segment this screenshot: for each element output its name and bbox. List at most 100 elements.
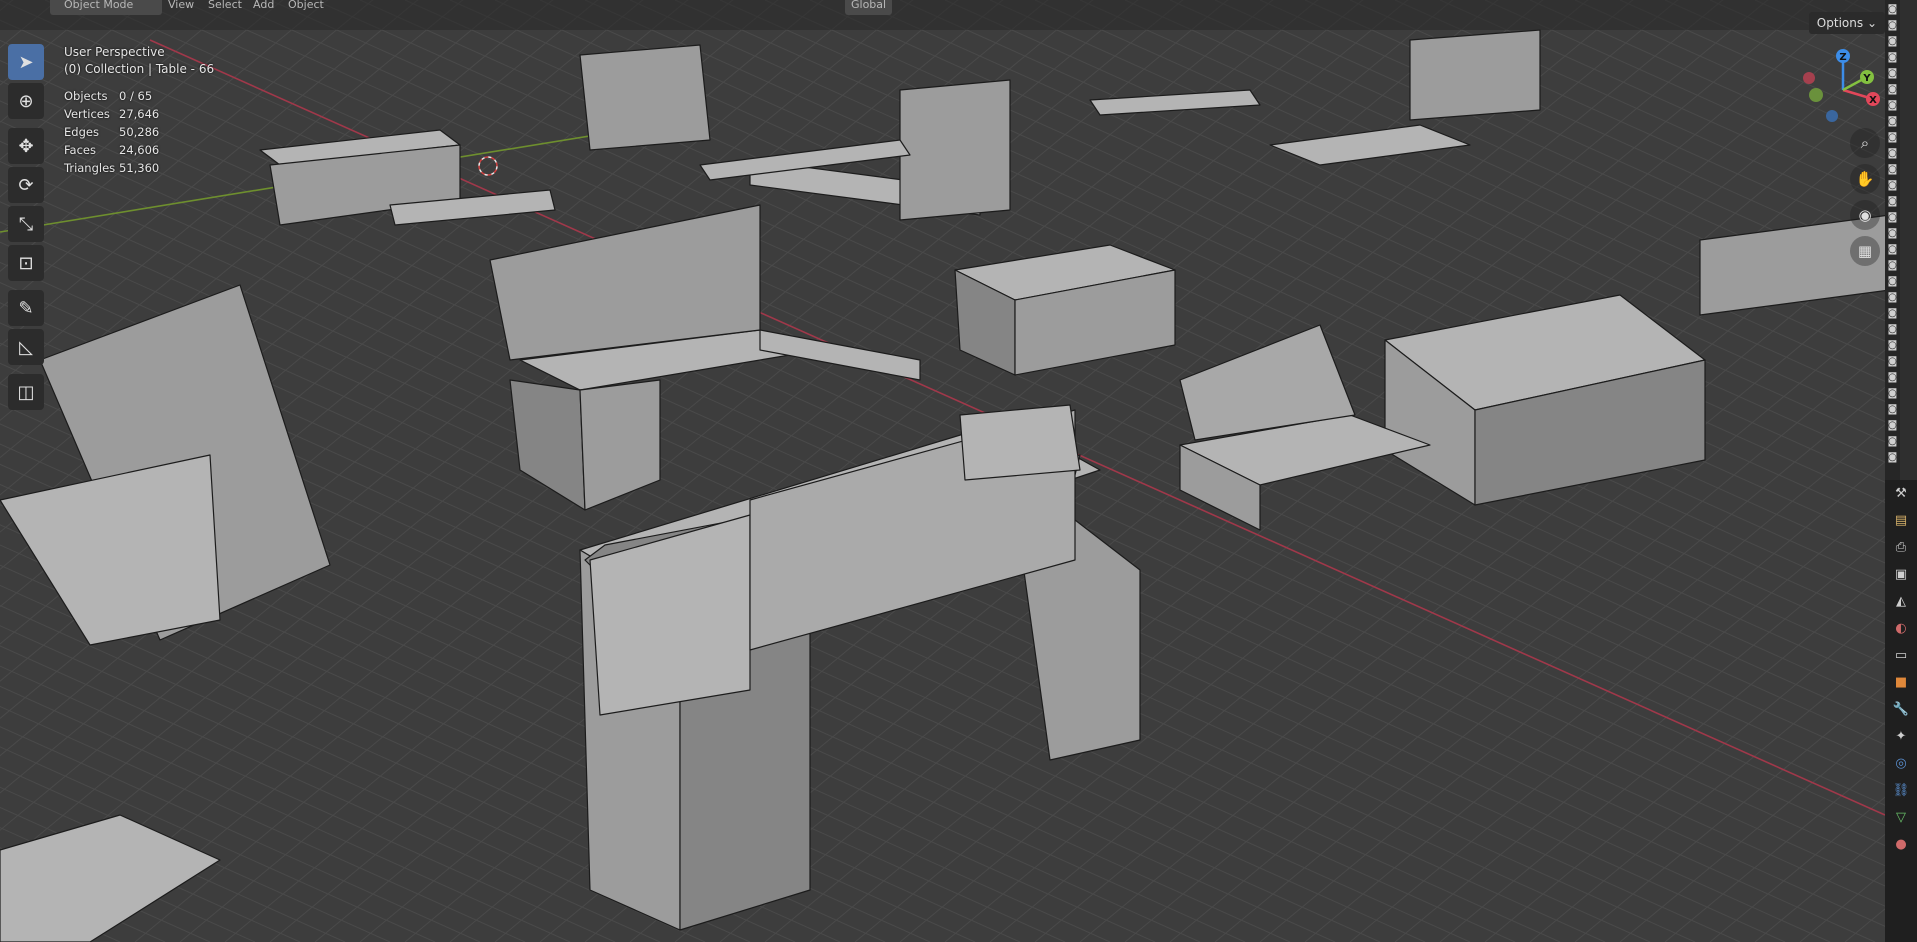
options-label: Options	[1816, 16, 1864, 30]
properties-tab-render[interactable]: ▤	[1885, 507, 1917, 534]
gizmo-neg-x-handle[interactable]	[1803, 72, 1815, 84]
render-visibility-icon[interactable]: ◙	[1887, 420, 1898, 432]
transform-tool[interactable]: ⊡	[8, 245, 44, 281]
collection-icon: ▭	[1894, 648, 1908, 663]
render-visibility-icon[interactable]: ◙	[1887, 180, 1898, 192]
render-visibility-icon[interactable]: ◙	[1887, 36, 1898, 48]
move-tool[interactable]: ✥	[8, 128, 44, 164]
properties-tab-modifiers[interactable]: 🔧	[1885, 696, 1917, 723]
pan-button[interactable]: ✋	[1850, 164, 1880, 194]
properties-tab-scene[interactable]: ◭	[1885, 588, 1917, 615]
3d-viewport[interactable]: Object Mode View Select Add Object Globa…	[0, 0, 1885, 942]
orientation-dropdown[interactable]: Global	[845, 0, 893, 15]
properties-tab-bar: ⚒ ▤ ⎙ ▣ ◭ ◐ ▭ ■ 🔧 ✦ ◎ ⛓ ▽ ●	[1885, 480, 1917, 942]
perspective-toggle-button[interactable]: ▦	[1850, 236, 1880, 266]
render-visibility-icon[interactable]: ◙	[1887, 260, 1898, 272]
properties-tab-material[interactable]: ●	[1885, 831, 1917, 858]
render-visibility-icon[interactable]: ◙	[1887, 324, 1898, 336]
select-box-tool[interactable]: ➤	[8, 44, 44, 80]
render-visibility-icon[interactable]: ◙	[1887, 68, 1898, 80]
render-visibility-icon[interactable]: ◙	[1887, 276, 1898, 288]
hand-icon: ✋	[1855, 170, 1875, 188]
add-cube-tool[interactable]: ◫	[8, 374, 44, 410]
render-visibility-icon[interactable]: ◙	[1887, 404, 1898, 416]
render-visibility-icon[interactable]: ◙	[1887, 196, 1898, 208]
menu-view[interactable]: View	[168, 0, 194, 15]
rotate-tool[interactable]: ⟳	[8, 167, 44, 203]
zoom-button[interactable]: ⌕	[1850, 128, 1880, 158]
menu-object[interactable]: Object	[288, 0, 324, 15]
collection-line: (0) Collection | Table - 66	[64, 62, 215, 76]
properties-tab-physics[interactable]: ◎	[1885, 750, 1917, 777]
options-dropdown[interactable]: Options ⌄	[1808, 12, 1885, 34]
render-visibility-icon[interactable]: ◙	[1887, 228, 1898, 240]
menu-select[interactable]: Select	[208, 0, 242, 15]
cursor-arrow-icon: ➤	[18, 51, 34, 73]
properties-tab-tool[interactable]: ⚒	[1885, 480, 1917, 507]
gizmo-neg-z-handle[interactable]	[1826, 110, 1838, 122]
render-visibility-icon[interactable]: ◙	[1887, 340, 1898, 352]
bg-hutch[interactable]	[579, 44, 711, 151]
output-icon: ⎙	[1895, 540, 1907, 555]
viewport-info-overlay: User Perspective (0) Collection | Table …	[64, 44, 214, 177]
render-visibility-icon[interactable]: ◙	[1887, 4, 1898, 16]
render-visibility-icon[interactable]: ◙	[1887, 308, 1898, 320]
render-visibility-icon[interactable]: ◙	[1887, 292, 1898, 304]
annotate-tool[interactable]: ✎	[8, 290, 44, 326]
stat-label: Vertices	[64, 107, 110, 121]
cursor-tool[interactable]: ⊕	[8, 83, 44, 119]
properties-tab-collection[interactable]: ▭	[1885, 642, 1917, 669]
tool-shelf: ➤ ⊕ ✥ ⟳ ⤡ ⊡ ✎ ◺ ◫	[8, 44, 48, 413]
viewport-scene[interactable]	[0, 0, 1885, 942]
render-visibility-icon[interactable]: ◙	[1887, 164, 1898, 176]
render-visibility-icon[interactable]: ◙	[1887, 100, 1898, 112]
render-visibility-icon[interactable]: ◙	[1887, 132, 1898, 144]
properties-tab-view-layer[interactable]: ▣	[1885, 561, 1917, 588]
bg-shelves-right[interactable]	[1409, 29, 1541, 121]
particles-icon: ✦	[1895, 729, 1907, 744]
move-arrows-icon: ✥	[18, 135, 34, 157]
measure-tool[interactable]: ◺	[8, 329, 44, 365]
shelf-box[interactable]	[959, 404, 1081, 481]
render-visibility-icon[interactable]: ◙	[1887, 116, 1898, 128]
camera-view-button[interactable]: ◉	[1850, 200, 1880, 230]
outliner-scrollbar[interactable]	[1900, 0, 1917, 480]
render-visibility-icon[interactable]: ◙	[1887, 452, 1898, 464]
properties-tab-output[interactable]: ⎙	[1885, 534, 1917, 561]
render-visibility-icon[interactable]: ◙	[1887, 84, 1898, 96]
render-visibility-icon[interactable]: ◙	[1887, 356, 1898, 368]
stat-value: 51,360	[119, 161, 160, 175]
properties-tab-world[interactable]: ◐	[1885, 615, 1917, 642]
tool-icon: ⚒	[1895, 486, 1907, 501]
render-visibility-icon[interactable]: ◙	[1887, 388, 1898, 400]
stat-value: 27,646	[119, 107, 160, 121]
menu-add[interactable]: Add	[253, 0, 274, 15]
object-icon: ■	[1894, 675, 1908, 690]
tall-cabinet[interactable]	[899, 79, 1011, 221]
render-visibility-icon[interactable]: ◙	[1887, 52, 1898, 64]
view-name: User Perspective	[64, 45, 165, 59]
render-visibility-icon[interactable]: ◙	[1887, 20, 1898, 32]
properties-tab-constraints[interactable]: ⛓	[1885, 777, 1917, 804]
render-visibility-icon[interactable]: ◙	[1887, 436, 1898, 448]
render-visibility-icon[interactable]: ◙	[1887, 244, 1898, 256]
3d-cursor-icon: ⊕	[18, 90, 34, 112]
stat-value: 0 / 65	[119, 89, 153, 103]
stat-value: 50,286	[119, 125, 160, 139]
properties-tab-object[interactable]: ■	[1885, 669, 1917, 696]
render-visibility-icon[interactable]: ◙	[1887, 372, 1898, 384]
render-visibility-icon[interactable]: ◙	[1887, 212, 1898, 224]
view-layer-icon: ▣	[1894, 567, 1908, 582]
properties-tab-particles[interactable]: ✦	[1885, 723, 1917, 750]
navigation-gizmo[interactable]: Z X Y	[1795, 42, 1885, 134]
properties-tab-data[interactable]: ▽	[1885, 804, 1917, 831]
scale-tool[interactable]: ⤡	[8, 206, 44, 242]
outliner-visibility-column: ◙ ◙ ◙ ◙ ◙ ◙ ◙ ◙ ◙ ◙ ◙ ◙ ◙ ◙ ◙ ◙ ◙ ◙ ◙ ◙ ◙ ◙ ◙ ◙ ◙ ◙ ◙ ◙ ◙	[1885, 0, 1900, 480]
camera-icon: ◉	[1858, 206, 1872, 224]
gizmo-neg-y-handle[interactable]	[1809, 88, 1823, 102]
cube-add-icon: ◫	[17, 381, 35, 403]
gizmo-x-label: X	[1869, 95, 1877, 106]
grid-icon: ▦	[1857, 242, 1873, 260]
render-visibility-icon[interactable]: ◙	[1887, 148, 1898, 160]
mode-dropdown[interactable]: Object Mode	[58, 0, 140, 15]
